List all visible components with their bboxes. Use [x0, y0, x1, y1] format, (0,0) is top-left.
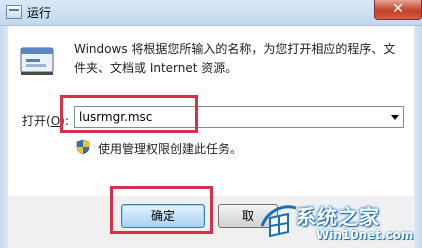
highlight-box-ok: [110, 186, 213, 234]
dropdown-arrow-icon[interactable]: [391, 115, 399, 120]
watermark-title: 系统之家: [296, 205, 380, 229]
window-title: 运行: [27, 6, 52, 20]
uac-shield-icon: [76, 139, 90, 155]
dialog-description: Windows 将根据您所输入的名称，为您打开相应的程序、文件夹、文档或 Int…: [74, 42, 396, 75]
window-frame-right: [414, 26, 422, 248]
title-bar: 运行: [0, 0, 422, 26]
close-icon: ✕: [392, 1, 404, 17]
run-icon: [20, 47, 54, 75]
watermark-url: Win10net.com: [316, 228, 414, 242]
close-button[interactable]: ✕: [374, 0, 422, 20]
run-app-icon: [6, 5, 22, 19]
watermark-logo: [260, 205, 297, 238]
admin-privilege-note: 使用管理权限创建此任务。: [98, 142, 243, 156]
window-frame-left: [0, 26, 8, 248]
highlight-box-input: [60, 95, 198, 133]
